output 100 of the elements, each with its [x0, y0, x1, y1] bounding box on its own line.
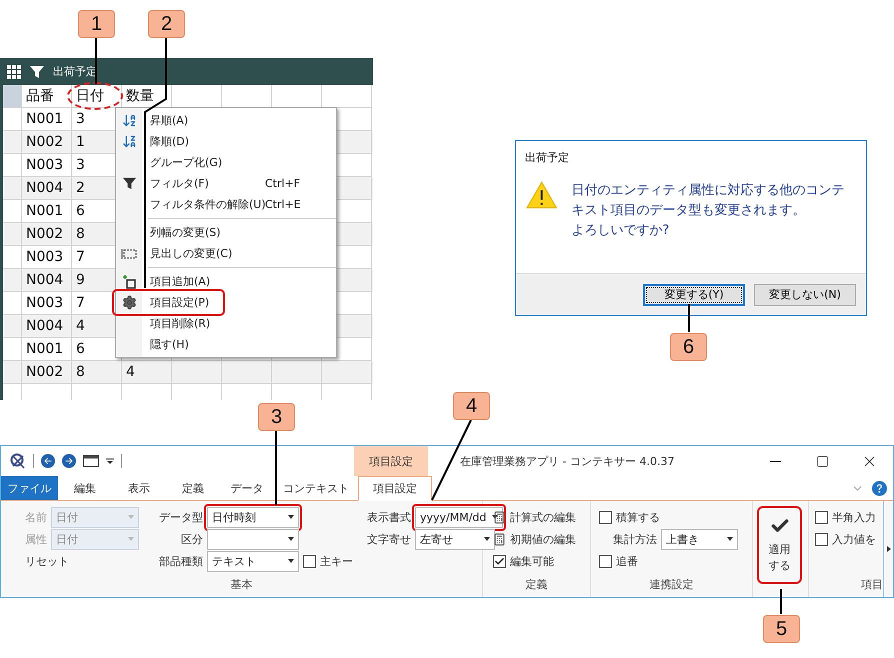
checkbox-label: 編集可能 [510, 554, 554, 568]
dialog-button[interactable]: 変更する(Y) [643, 284, 745, 306]
table-cell: 8 [76, 364, 85, 380]
minimize-icon [770, 460, 781, 462]
menu-item[interactable]: 項目削除(R) [150, 316, 265, 331]
maximize-icon [816, 454, 829, 468]
app-logo-icon [10, 453, 26, 469]
field-label: 文字寄せ [367, 532, 411, 546]
table-cell: N004 [26, 180, 64, 196]
table-cell: N001 [26, 341, 64, 357]
checkbox[interactable] [815, 532, 828, 546]
dashed-box-icon [121, 248, 137, 260]
context-tab-group-label: 項目設定 [369, 454, 413, 468]
dropdown-field[interactable]: テキスト [207, 550, 299, 572]
help-icon[interactable] [872, 480, 887, 496]
table-cell: 9 [76, 272, 85, 288]
tab[interactable]: ファイル [1, 476, 58, 500]
group-label: 定義 [526, 578, 548, 591]
table-cell: 6 [76, 341, 85, 357]
dialog-button[interactable]: 変更しない(N) [754, 284, 856, 306]
table-cell: 3 [76, 111, 85, 127]
table-cell: 8 [76, 226, 85, 242]
sort-descending-icon [122, 134, 136, 149]
menu-item[interactable]: 降順(D) [150, 134, 265, 149]
field-label: 集計方法 [612, 532, 657, 546]
dropdown-field[interactable]: 日付時刻 [207, 506, 299, 528]
table-cell: N003 [26, 249, 64, 265]
table-cell: 4 [76, 318, 85, 334]
dropdown-field[interactable]: 上書き [661, 528, 738, 550]
table-cell: 7 [76, 249, 85, 265]
table-cell: 7 [76, 295, 85, 311]
table-cell: N001 [26, 111, 64, 127]
dialog-title: 出荷予定 [525, 151, 569, 164]
leader-line [95, 38, 97, 84]
checkbox[interactable] [303, 554, 316, 568]
field-label: 区分 [180, 532, 203, 546]
scroll-right-icon[interactable] [886, 546, 890, 552]
callout-number: 3 [258, 403, 295, 431]
checkbox[interactable] [599, 554, 612, 568]
checkbox[interactable] [815, 510, 828, 524]
menu-item[interactable]: 列幅の変更(S) [150, 225, 265, 240]
callout-number: 5 [763, 615, 800, 643]
group-label: 連携設定 [650, 578, 694, 591]
column-header[interactable]: 日付 [76, 87, 104, 105]
menu-item[interactable]: 昇順(A) [150, 113, 265, 128]
table-cell: N002 [26, 134, 64, 150]
table-cell: N003 [26, 157, 64, 173]
back-icon[interactable] [41, 454, 55, 468]
calculator-icon [493, 532, 506, 546]
callout-number: 2 [148, 10, 185, 38]
table-cell: 1 [76, 134, 85, 150]
column-header[interactable]: 数量 [126, 87, 154, 105]
menu-item[interactable]: フィルタ(F) [150, 176, 265, 191]
field-label: 部品種類 [158, 554, 203, 568]
checkbox-label: 積算する [616, 510, 660, 524]
field-label: データ型 [158, 510, 203, 524]
warning-icon [526, 181, 558, 209]
table-cell: N001 [26, 203, 64, 219]
callout-number: 1 [78, 10, 115, 38]
group-label: 項目 [861, 578, 883, 591]
grid-icon [7, 64, 21, 78]
forward-icon[interactable] [62, 454, 76, 468]
apply-button[interactable]: 適用する [757, 506, 802, 584]
menu-item[interactable]: フィルタ条件の解除(U) [150, 197, 265, 212]
checkbox[interactable] [599, 510, 612, 524]
dialog-message: 日付のエンティティ属性に対応する他のコンテキスト項目のデータ型も変更されます。 [571, 182, 846, 220]
menu-item[interactable]: 隠す(H) [150, 337, 265, 352]
menu-item[interactable]: 項目追加(A) [150, 274, 265, 289]
window-icon[interactable] [83, 455, 99, 467]
shortcut-label: Ctrl+E [265, 198, 301, 211]
tab[interactable]: 項目設定 [358, 476, 432, 501]
table-cell: N002 [26, 364, 64, 380]
column-header[interactable]: 品番 [26, 87, 54, 105]
dialog-message: よろしいですか? [571, 222, 670, 240]
table-cell: 2 [76, 180, 85, 196]
checkbox-label: 入力値を [832, 532, 876, 546]
table-cell: 6 [76, 203, 85, 219]
dropdown-icon[interactable] [106, 457, 114, 465]
leader-line [688, 304, 690, 332]
menu-item[interactable]: 項目設定(P) [150, 295, 265, 310]
reset-link[interactable]: リセット [25, 554, 69, 568]
dropdown-field[interactable] [207, 528, 299, 550]
field-label: 表示書式 [367, 510, 411, 524]
ribbon-command[interactable]: 初期値の編集 [493, 528, 576, 550]
calculator-icon [493, 510, 506, 524]
menu-item[interactable]: 見出しの変更(C) [150, 246, 265, 261]
callout-number: 4 [453, 392, 490, 420]
callout-number: 6 [670, 333, 707, 361]
table-cell: N004 [26, 272, 64, 288]
group-label: 基本 [230, 578, 252, 591]
table-cell: N002 [26, 226, 64, 242]
field-label: 属性 [25, 532, 47, 546]
menu-item[interactable]: グループ化(G) [150, 155, 265, 170]
table-cell: 3 [76, 157, 85, 173]
table-cell: 4 [126, 364, 135, 380]
checkbox-label: 主キー [320, 554, 353, 568]
checkbox-label: 半角入力 [832, 510, 876, 524]
filter-icon [29, 64, 45, 80]
checkbox[interactable] [493, 554, 506, 568]
dropdown-field[interactable]: 左寄せ [415, 528, 495, 550]
